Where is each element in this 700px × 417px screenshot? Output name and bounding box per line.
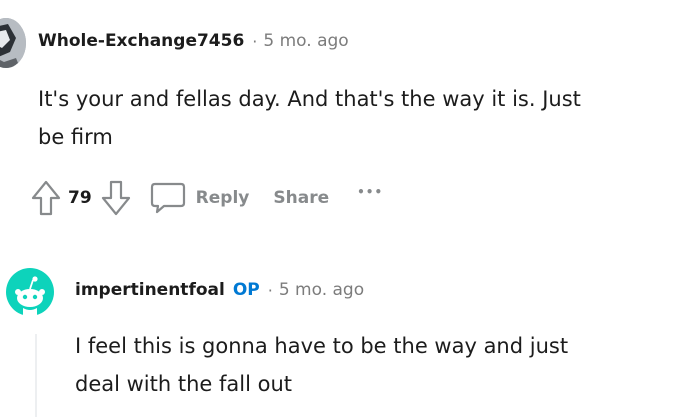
comment-timestamp[interactable]: 5 mo. ago: [279, 280, 364, 300]
comment-body-line: deal with the fall out: [75, 372, 292, 396]
comment-meta: Whole-Exchange7456 · 5 mo. ago: [38, 31, 349, 51]
comment-body-line: be firm: [38, 125, 113, 149]
share-button[interactable]: Share: [273, 188, 329, 208]
meta-separator: ·: [267, 280, 273, 300]
comment-body-line: I feel this is gonna have to be the way …: [75, 334, 569, 358]
comment-meta: impertinentfoal OP · 5 mo. ago: [75, 280, 364, 300]
comment-body: It's your and fellas day. And that's the…: [38, 80, 581, 156]
comment-actions: 79 Reply Share •••: [30, 176, 383, 220]
comment-body: I feel this is gonna have to be the way …: [75, 327, 568, 403]
op-badge: OP: [232, 280, 260, 300]
reply-button-label: Reply: [195, 188, 250, 208]
comment-timestamp[interactable]: 5 mo. ago: [263, 31, 348, 51]
user-avatar-icon[interactable]: [0, 18, 26, 68]
more-options-icon[interactable]: •••: [357, 185, 383, 199]
comment-author[interactable]: impertinentfoal: [75, 280, 225, 300]
downvote-arrow-icon[interactable]: [100, 179, 132, 217]
meta-separator: ·: [252, 31, 258, 51]
comment-body-line: It's your and fellas day. And that's the…: [38, 87, 581, 111]
vote-score: 79: [68, 188, 92, 208]
reply-button[interactable]: Reply: [150, 181, 250, 215]
upvote-arrow-icon[interactable]: [30, 179, 62, 217]
snoo-avatar-icon[interactable]: [6, 268, 54, 316]
thread-collapse-line[interactable]: [35, 334, 37, 417]
comment-author[interactable]: Whole-Exchange7456: [38, 31, 244, 51]
comment-bubble-icon: [150, 181, 186, 215]
